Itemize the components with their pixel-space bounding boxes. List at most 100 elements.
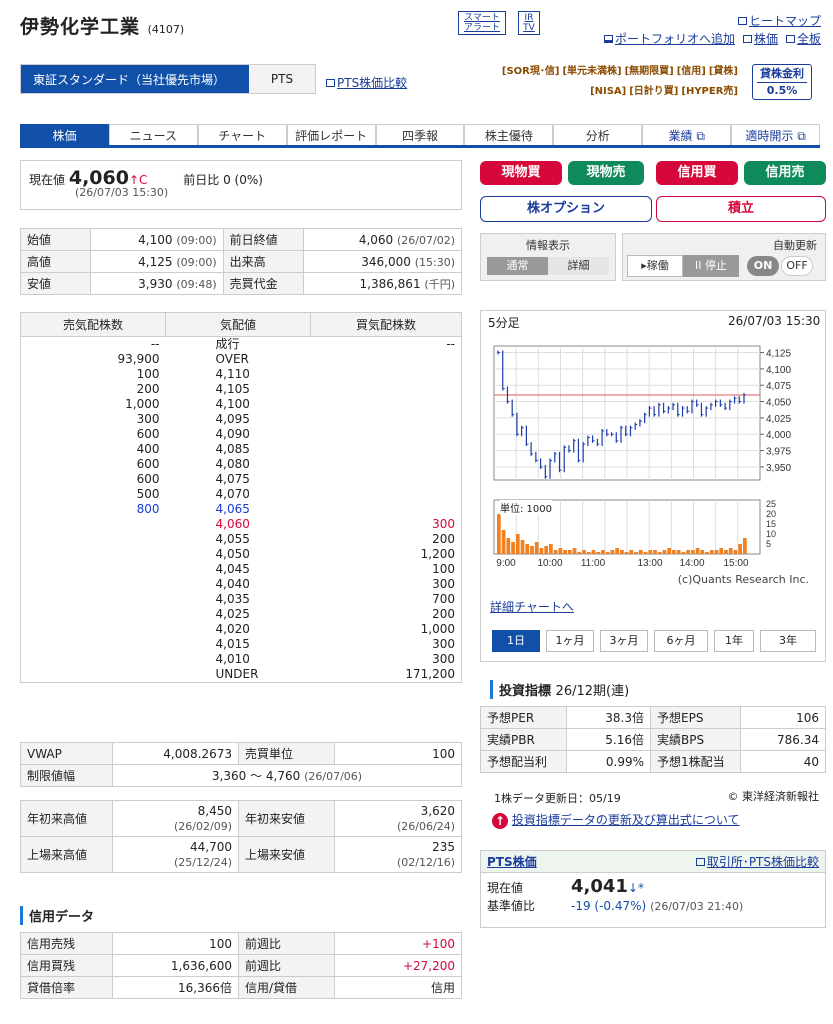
y-tick-label: 4,125 [766,349,791,360]
pts-title-link[interactable]: PTS株価 [487,853,537,870]
pts-compare-link[interactable]: PTS株価比較 [326,74,407,91]
board-row: 600 4,075 [21,472,462,487]
data-updated: 1株データ更新日：05/19 [494,792,621,805]
volume-tick-label: 10 [766,529,776,539]
volume-bar [549,544,553,554]
on-toggle[interactable]: ON [747,256,779,276]
volume-bar [601,550,605,554]
board-row: 4,060 300 [21,517,462,532]
off-toggle[interactable]: OFF [781,256,813,276]
tab-chart[interactable]: チャート [197,124,287,145]
volume-bar [624,552,629,554]
stock-link[interactable]: 株価 [742,32,778,46]
info-display-label: 情報表示 [526,239,570,252]
volume-bar [648,550,653,554]
run-button[interactable]: ▸稼働 [627,255,683,277]
tab-report[interactable]: 評価レポート [286,124,376,145]
tab-news[interactable]: ニュース [108,124,198,145]
cash-buy-button[interactable]: 現物買 [480,161,562,185]
loan-rate-box[interactable]: 貸株金利 0.5% [752,64,812,100]
market-tse-tab[interactable]: 東証スタンダード（当社優先市場） [21,65,249,93]
ask-qty: 500 [136,487,160,501]
indicator-notice-link[interactable]: 投資指標データの更新及び算出式について [512,813,740,827]
board-row: 4,045 100 [21,562,462,577]
range-6m-button[interactable]: 6ヶ月 [654,630,708,652]
range-3y-button[interactable]: 3年 [760,630,816,652]
volume-bar [530,546,534,554]
detail-chart-link[interactable]: 詳細チャートへ [490,598,574,615]
range-1m-button[interactable]: 1ヶ月 [546,630,594,652]
cash-sell-button[interactable]: 現物売 [568,161,644,185]
market-pts-tab[interactable]: PTS [249,65,315,93]
quote-price: 4,015 [215,637,250,651]
volume-tick-label: 15 [766,519,776,529]
ask-qty [21,562,166,577]
bid-qty: 1,200 [420,547,455,561]
credit-title: 信用データ [20,906,94,925]
quote-price: 4,035 [215,592,250,606]
bid-qty [311,367,462,382]
external-link-icon: ⧉ [696,129,705,143]
bid-qty [311,352,462,367]
board-row: 600 4,090 [21,427,462,442]
ask-qty [21,547,166,562]
tab-disclosure[interactable]: 適時開示 ⧉ [731,124,821,145]
stock-option-button[interactable]: 株オプション [480,196,652,222]
margin-sell-button[interactable]: 信用売 [744,161,826,185]
stop-button[interactable]: II 停止 [683,255,739,277]
quote-price: 4,070 [215,487,250,501]
normal-toggle[interactable]: 通常 [487,257,548,275]
x-tick-label: 13:00 [637,558,662,569]
quote-price: 4,025 [215,607,250,621]
tab-shikiho[interactable]: 四季報 [375,124,465,145]
range-1d-button[interactable]: 1日 [492,630,540,652]
table-row: 始値 4,100 (09:00) 前日終値 4,060 (26/07/02) [20,228,463,251]
y-tick-label: 4,025 [766,414,791,425]
heatmap-link[interactable]: ヒートマップ [737,14,821,28]
chart-period: 5分足 [488,316,520,330]
ask-qty: 600 [136,472,160,486]
volume-tick-label: 25 [766,499,776,509]
range-3m-button[interactable]: 3ヶ月 [600,630,648,652]
quote-price: 4,045 [215,562,250,576]
window-icon [737,17,747,25]
smart-alert-button[interactable]: スマート アラート [458,11,506,35]
detail-toggle[interactable]: 詳細 [548,257,609,275]
ask-qty: 100 [136,367,160,381]
board-row: 4,020 1,000 [21,622,462,637]
current-price-box: 現在値 4,060↑C 前日比 0 (0%) (26/07/03 15:30) [20,160,462,210]
volume-bar [605,552,610,554]
volume-bar [591,550,596,554]
margin-buy-button[interactable]: 信用買 [656,161,738,185]
table-row: 実績PBR 5.16倍 実績BPS 786.34 [480,728,826,751]
tab-analysis[interactable]: 分析 [553,124,643,145]
range-1y-button[interactable]: 1年 [714,630,754,652]
board-row: 100 4,110 [21,367,462,382]
tab-performance[interactable]: 業績 ⧉ [642,124,732,145]
pts-compare-link-2[interactable]: 取引所･PTS株価比較 [695,853,819,870]
accumulate-button[interactable]: 積立 [656,196,826,222]
ask-qty: 1,000 [125,397,160,411]
quote-price: 4,050 [215,547,250,561]
bid-qty [311,442,462,457]
tab-yutai[interactable]: 株主優待 [464,124,554,145]
bid-qty: 300 [432,517,455,531]
ir-tv-button[interactable]: IR TV [518,11,540,35]
volume-bar [643,552,648,554]
pts-price-label: 現在値 [487,881,524,895]
ask-qty: 200 [136,382,160,396]
tab-price[interactable]: 株価 [20,124,109,145]
volume-bar [705,552,709,554]
table-row: 予想PER 38.3倍 予想EPS 106 [480,706,826,729]
volume-bar [501,530,506,554]
ask-qty: 600 [136,457,160,471]
arrow-up-circle-icon: ↑ [492,812,508,829]
ask-qty: 800 [136,502,160,516]
bid-qty: 1,000 [420,622,455,636]
full-board-link[interactable]: 全板 [785,32,821,46]
table-row: 信用売残 100 前週比 +100 [20,932,462,955]
portfolio-add-link[interactable]: ポートフォリオへ追加 [603,32,735,46]
pts-price: 4,041 [571,876,628,897]
market-selector: 東証スタンダード（当社優先市場） PTS [20,64,316,94]
volume-bar [553,550,558,554]
